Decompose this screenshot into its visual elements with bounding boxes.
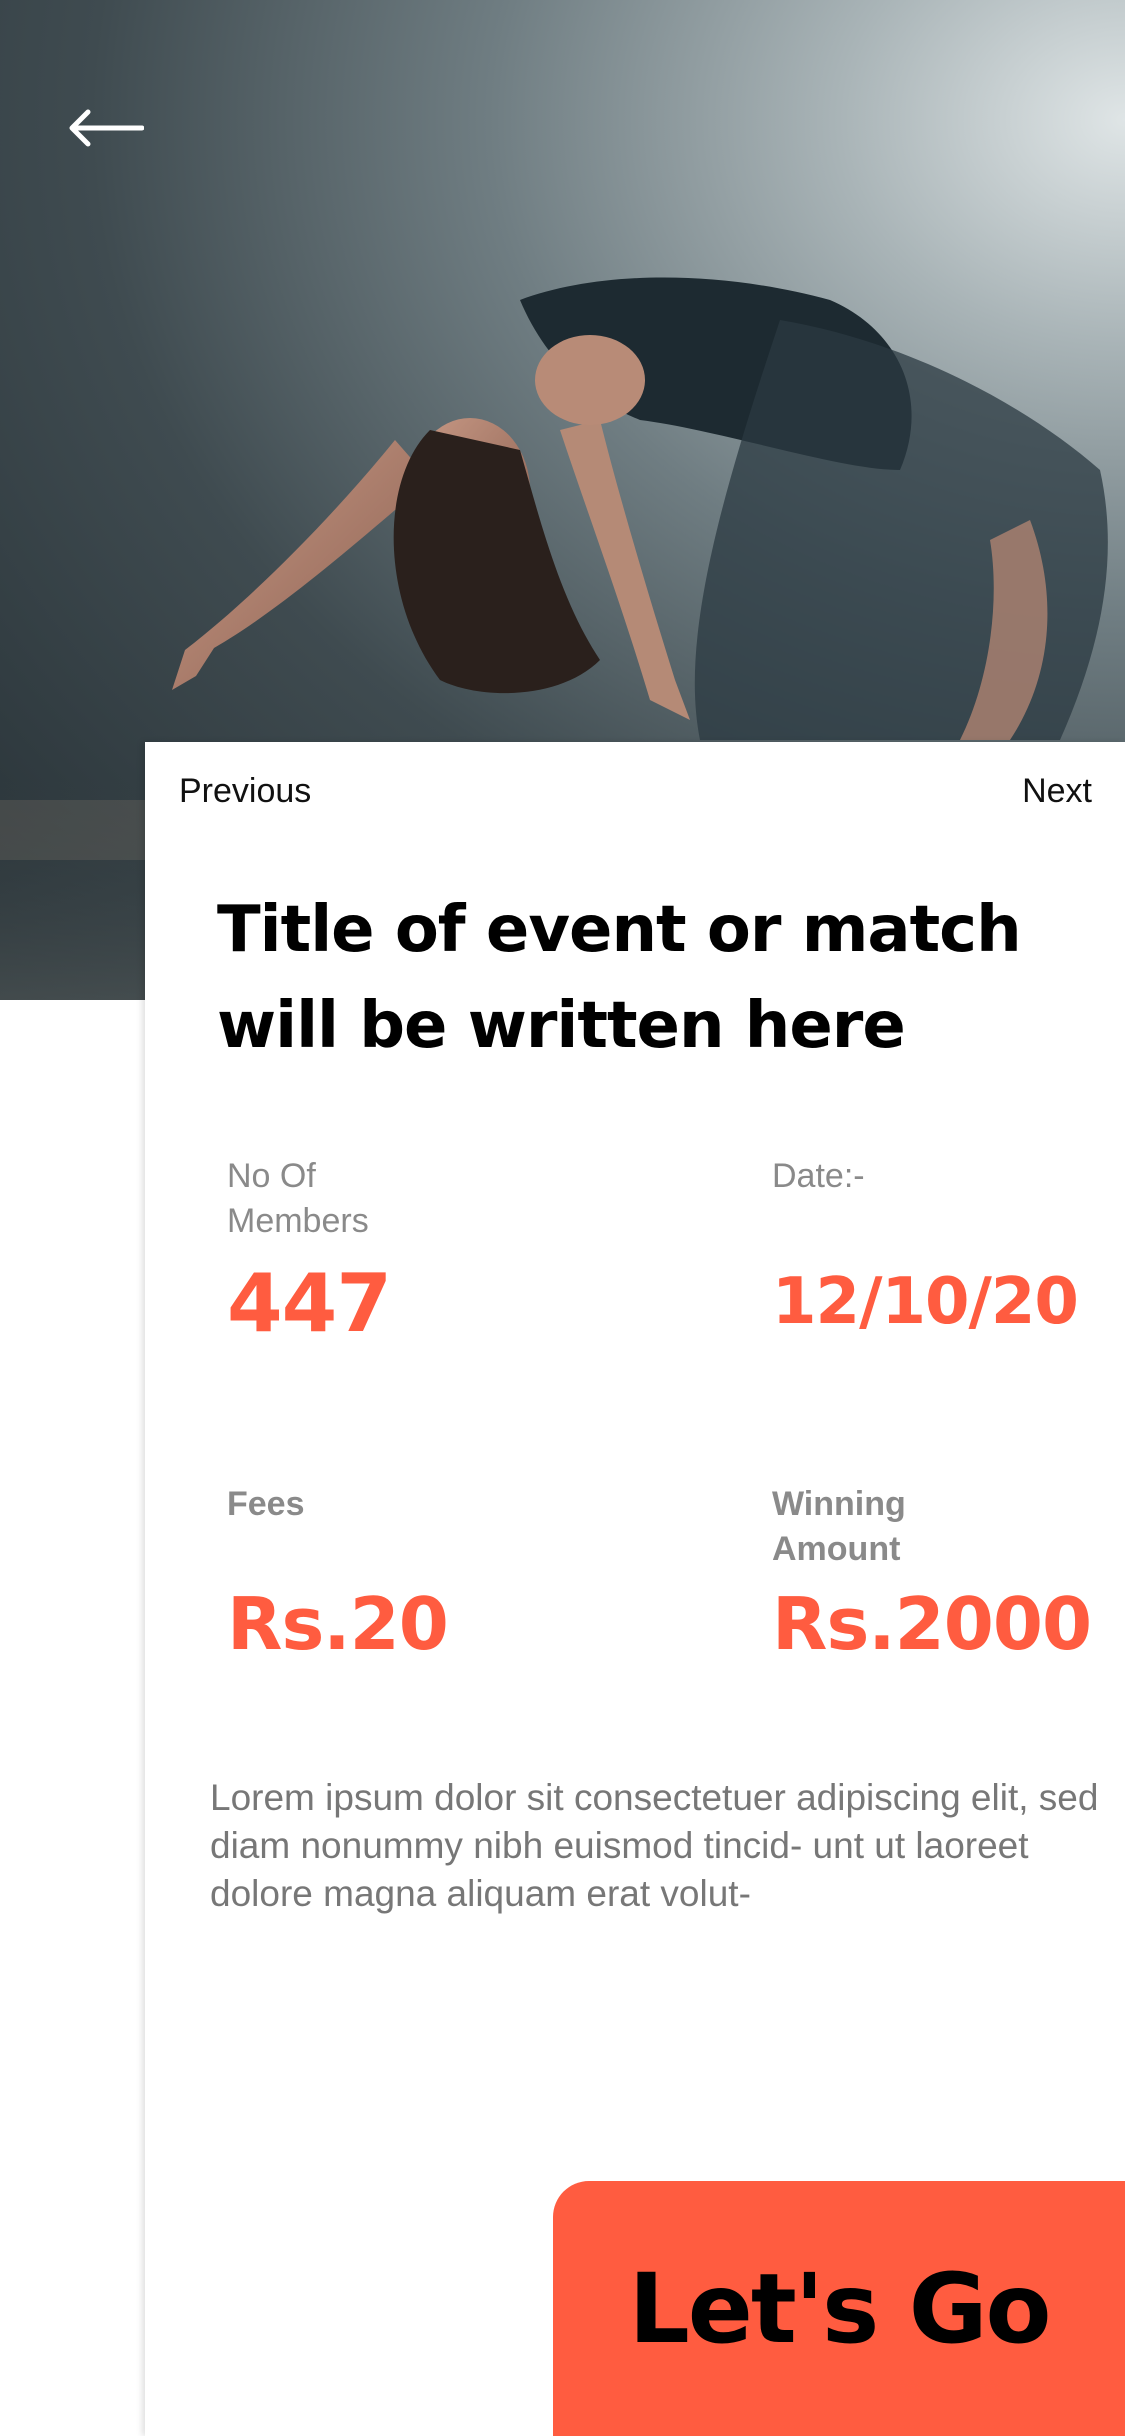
lets-go-button[interactable]: Let's Go xyxy=(553,2181,1125,2436)
date-value: 12/10/20 xyxy=(772,1265,1079,1339)
next-button[interactable]: Next xyxy=(1022,772,1092,811)
fees-label: Fees xyxy=(227,1485,305,1523)
winning-amount-value: Rs.2000 xyxy=(772,1582,1092,1666)
members-label: No Of Members xyxy=(227,1157,369,1240)
fees-value: Rs.20 xyxy=(227,1582,449,1666)
date-label: Date:- xyxy=(772,1157,865,1195)
back-button[interactable] xyxy=(68,108,148,164)
winning-amount-label: Winning Amount xyxy=(772,1485,906,1568)
event-description: Lorem ipsum dolor sit consectetuer adipi… xyxy=(210,1777,1099,1914)
members-value: 447 xyxy=(227,1257,392,1350)
arrow-left-icon xyxy=(69,109,144,147)
event-title: Title of event or match will be written … xyxy=(217,893,1022,1063)
previous-button[interactable]: Previous xyxy=(179,772,311,811)
lets-go-label: Let's Go xyxy=(628,2252,1052,2365)
